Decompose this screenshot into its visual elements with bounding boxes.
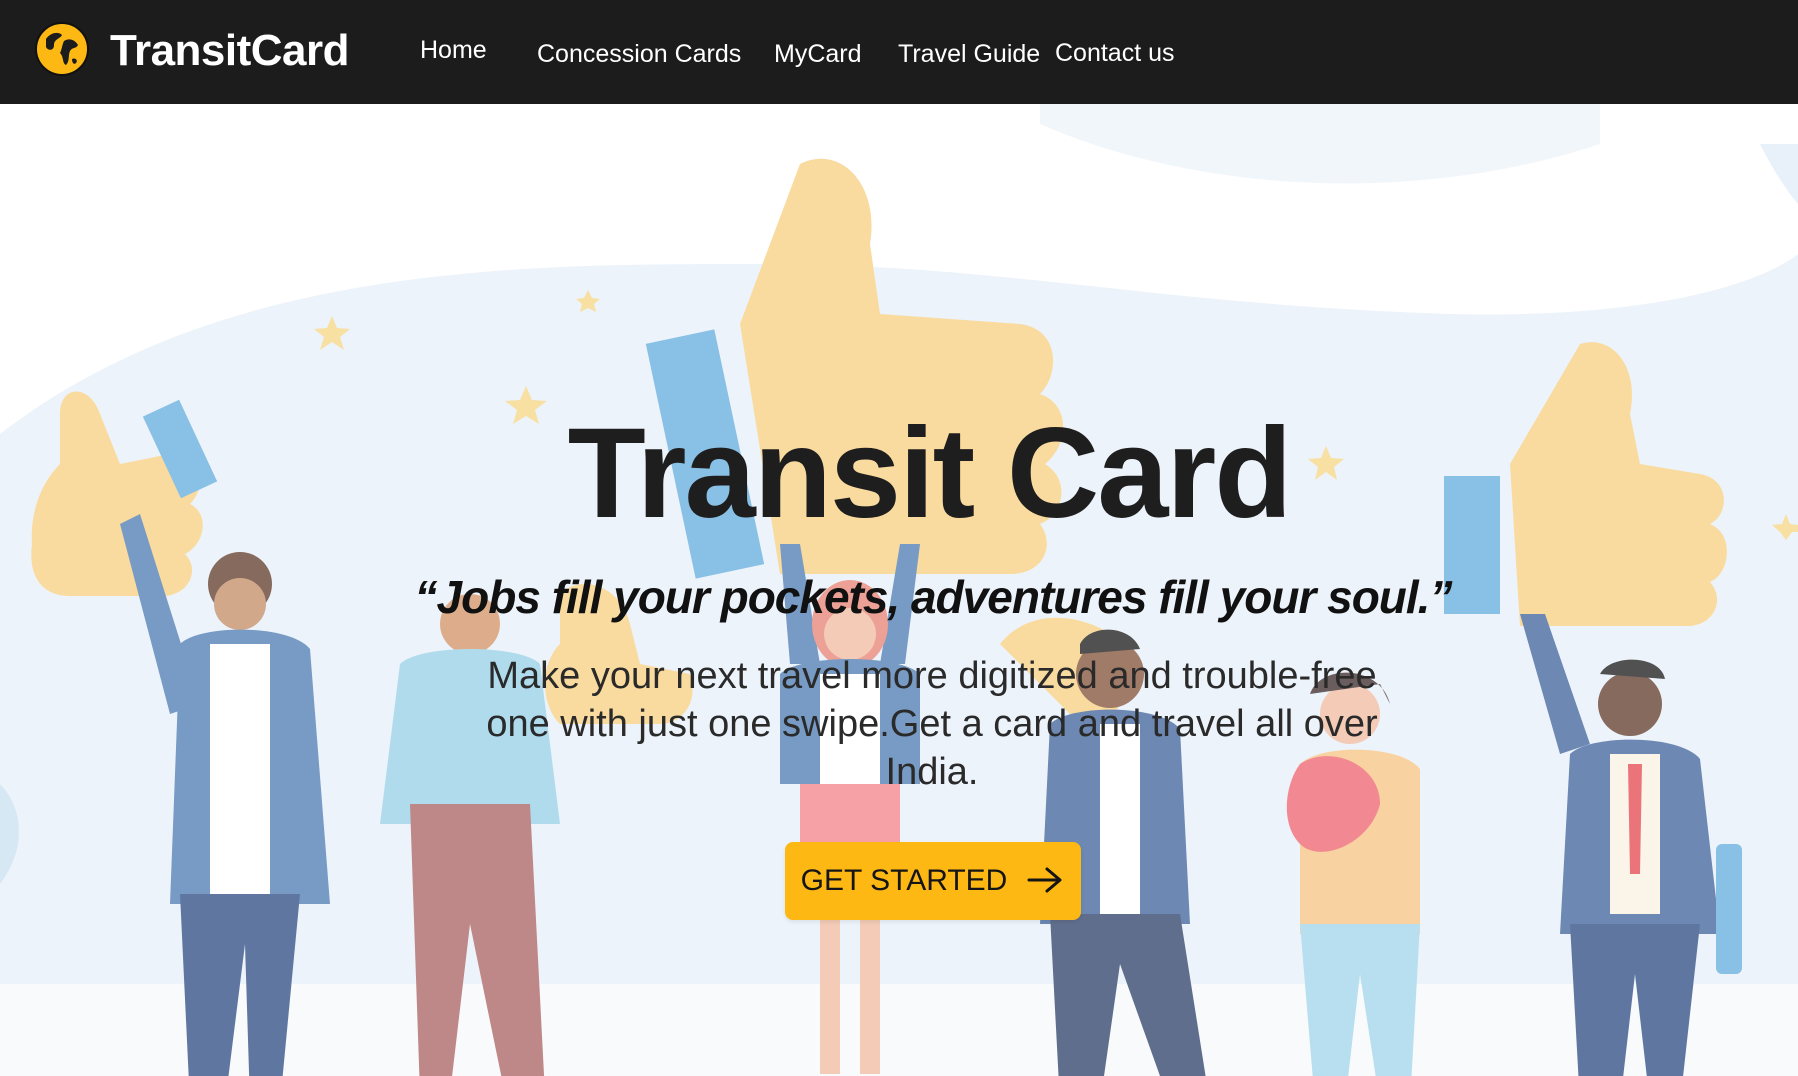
hero-quote: “Jobs fill your pockets, adventures fill… bbox=[414, 571, 1453, 623]
nav-contact-us[interactable]: Contact us bbox=[1055, 39, 1175, 68]
get-started-button[interactable]: GET STARTED bbox=[785, 842, 1081, 920]
brand-name: TransitCard bbox=[110, 26, 350, 75]
get-started-label: GET STARTED bbox=[800, 864, 1008, 897]
hero-description: Make your next travel more digitized and… bbox=[486, 655, 1378, 793]
nav-concession-cards[interactable]: Concession Cards bbox=[537, 40, 741, 69]
hero-title: Transit Card bbox=[567, 402, 1293, 545]
nav-travel-guide[interactable]: Travel Guide bbox=[898, 40, 1040, 69]
globe-icon bbox=[32, 19, 92, 84]
nav-mycard[interactable]: MyCard bbox=[774, 40, 862, 69]
brand-link[interactable]: TransitCard bbox=[32, 18, 350, 84]
hero-section: Transit Card “Jobs fill your pockets, ad… bbox=[0, 104, 1798, 1076]
arrow-right-icon bbox=[1025, 865, 1065, 898]
nav-home[interactable]: Home bbox=[420, 36, 487, 65]
navbar: TransitCard Home Concession Cards MyCard… bbox=[0, 0, 1798, 104]
